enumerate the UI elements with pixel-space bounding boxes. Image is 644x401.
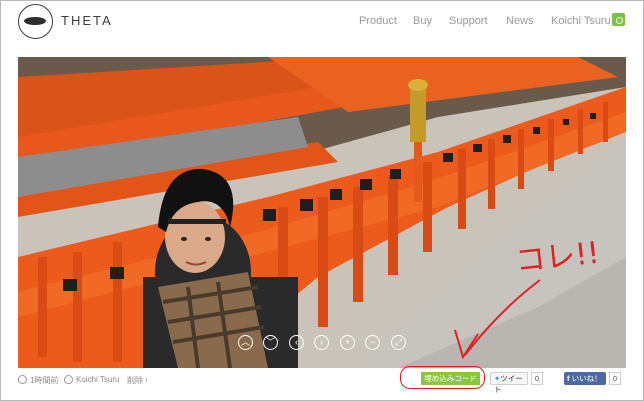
delete-link[interactable]: 削除 [127,375,143,386]
site-header: THETA Product Buy Support News Koichi Ts… [0,0,644,44]
facebook-like-button[interactable]: f いいね！ [564,372,606,385]
tweet-count: 0 [531,372,543,385]
theta-logo-icon[interactable] [18,4,53,39]
nav-buy[interactable]: Buy [413,15,432,27]
zoom-in-icon[interactable]: + [340,335,355,350]
like-label: いいね！ [571,374,602,383]
user-menu-icon[interactable] [612,13,625,26]
annotation-text: コレ!! [513,235,602,280]
spherical-photo [18,57,626,368]
chevron-right-small-icon: › [145,375,148,384]
user-icon [64,375,73,384]
chevron-left-icon[interactable]: ‹ [289,335,304,350]
zoom-out-icon[interactable]: − [365,335,380,350]
fullscreen-icon[interactable]: ⤢ [391,335,406,350]
nav-support[interactable]: Support [449,15,488,27]
chevron-up-icon[interactable]: ︿ [238,335,253,350]
like-count: 0 [609,372,621,385]
spherical-photo-viewer[interactable] [18,57,626,368]
clock-icon [18,375,27,384]
nav-news[interactable]: News [506,15,534,27]
red-annotation-circle [400,366,485,389]
posted-time: 1時間前 [30,376,59,385]
chevron-right-icon[interactable]: › [314,335,329,350]
nav-product[interactable]: Product [359,15,397,27]
author-link[interactable]: Koichi Tsuru [76,375,119,384]
chevron-down-icon[interactable]: ﹀ [263,335,278,350]
tweet-button[interactable]: ✦ツイート [490,372,528,394]
nav-user[interactable]: Koichi Tsuru [551,15,611,27]
brand-name[interactable]: THETA [61,13,113,28]
